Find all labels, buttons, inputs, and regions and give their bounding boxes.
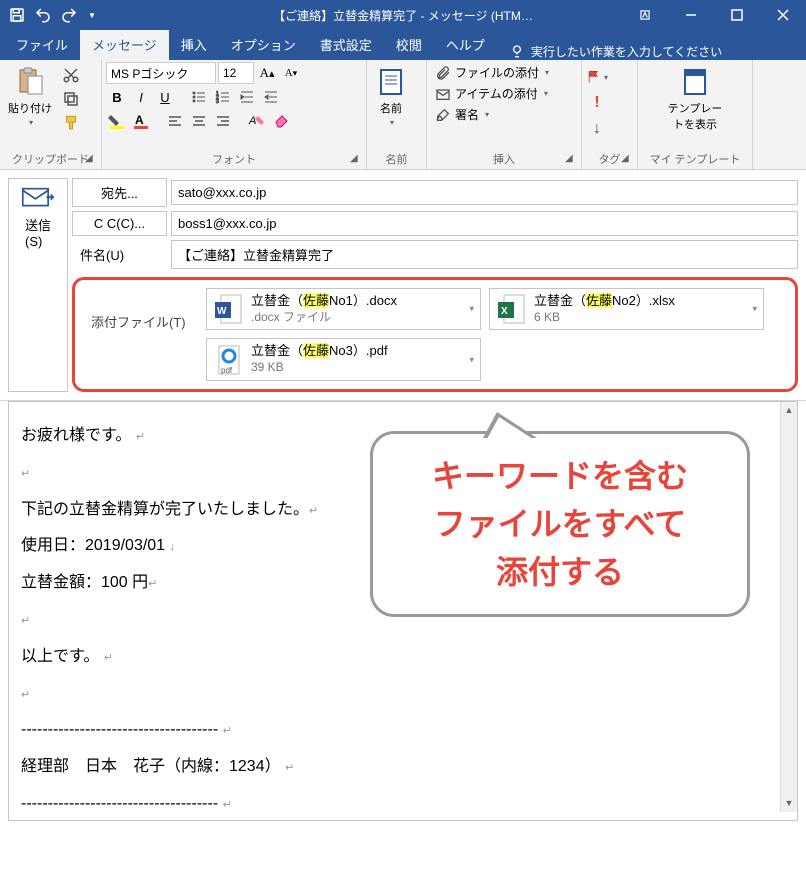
save-icon[interactable] bbox=[8, 6, 26, 24]
align-left-icon[interactable] bbox=[164, 110, 186, 132]
high-importance-icon[interactable]: ! bbox=[586, 92, 608, 114]
bullets-icon[interactable] bbox=[188, 86, 210, 108]
cut-icon[interactable] bbox=[60, 64, 82, 86]
title-bar: ▼ 【ご連絡】立替金精算完了 - メッセージ (HTM… bbox=[0, 0, 806, 30]
signature-button[interactable]: 署名▾ bbox=[431, 104, 493, 125]
align-center-icon[interactable] bbox=[188, 110, 210, 132]
align-right-icon[interactable] bbox=[212, 110, 234, 132]
pdf-file-icon: pdf bbox=[215, 344, 243, 376]
attach-file-button[interactable]: ファイルの添付▾ bbox=[431, 62, 553, 83]
paste-button[interactable]: 貼り付け▾ bbox=[4, 62, 56, 131]
tab-message[interactable]: メッセージ bbox=[80, 29, 169, 60]
italic-button[interactable]: I bbox=[130, 86, 152, 108]
font-launcher[interactable]: ◢ bbox=[350, 153, 364, 167]
attachment-dropdown-icon[interactable]: ▾ bbox=[469, 354, 474, 365]
attachment-dropdown-icon[interactable]: ▾ bbox=[752, 304, 757, 315]
compose-header: 送信 (S) 宛先... sato@xxx.co.jp C C(C)... bo… bbox=[0, 170, 806, 401]
tags-launcher[interactable]: ◢ bbox=[621, 153, 635, 167]
maximize-button[interactable] bbox=[714, 0, 760, 30]
annotation-callout: キーワードを含む ファイルをすべて 添付する bbox=[370, 431, 750, 617]
font-name-select[interactable] bbox=[106, 62, 216, 84]
grow-font-icon[interactable]: A▴ bbox=[256, 62, 278, 84]
font-size-select[interactable] bbox=[218, 62, 254, 84]
underline-button[interactable]: U bbox=[154, 86, 176, 108]
low-importance-icon[interactable]: ↓ bbox=[586, 118, 608, 140]
attachments-area: 添付ファイル(T) W立替金（佐藤No1）.docx.docx ファイル▾X立替… bbox=[72, 277, 798, 392]
undo-icon[interactable] bbox=[34, 6, 52, 24]
shrink-font-icon[interactable]: A▾ bbox=[280, 62, 302, 84]
clear-format-icon[interactable]: A bbox=[246, 110, 268, 132]
svg-text:A: A bbox=[248, 115, 256, 127]
tab-help[interactable]: ヘルプ bbox=[434, 29, 497, 60]
address-book-button[interactable]: 名前▾ bbox=[371, 62, 411, 131]
format-painter-icon[interactable] bbox=[60, 112, 82, 134]
minimize-button[interactable] bbox=[668, 0, 714, 30]
attachment-dropdown-icon[interactable]: ▾ bbox=[469, 304, 474, 315]
svg-text:3: 3 bbox=[216, 99, 219, 105]
tab-options[interactable]: オプション bbox=[219, 29, 308, 60]
insert-launcher[interactable]: ◢ bbox=[565, 153, 579, 167]
subject-label: 件名(U) bbox=[72, 241, 167, 268]
redo-icon[interactable] bbox=[60, 6, 78, 24]
attachment-item[interactable]: W立替金（佐藤No1）.docx.docx ファイル▾ bbox=[206, 288, 481, 330]
increase-indent-icon[interactable] bbox=[236, 86, 258, 108]
numbering-icon[interactable]: 123 bbox=[212, 86, 234, 108]
eraser-icon[interactable] bbox=[270, 110, 292, 132]
svg-text:X: X bbox=[501, 306, 508, 317]
attachments-label: 添付ファイル(T) bbox=[83, 288, 198, 335]
to-button[interactable]: 宛先... bbox=[72, 178, 167, 207]
scroll-down-icon[interactable]: ▼ bbox=[781, 795, 797, 812]
attachment-item[interactable]: pdf立替金（佐藤No3）.pdf39 KB▾ bbox=[206, 338, 481, 380]
window-title: 【ご連絡】立替金精算完了 - メッセージ (HTM… bbox=[273, 7, 533, 24]
tab-format[interactable]: 書式設定 bbox=[308, 29, 384, 60]
docx-file-icon: W bbox=[215, 293, 243, 325]
body-scrollbar[interactable]: ▲ ▼ bbox=[780, 402, 797, 812]
bold-button[interactable]: B bbox=[106, 86, 128, 108]
view-templates-button[interactable]: テンプレー トを表示 bbox=[642, 62, 748, 136]
ribbon-tabs: ファイル メッセージ 挿入 オプション 書式設定 校閲 ヘルプ 実行したい作業を… bbox=[0, 30, 806, 60]
tab-insert[interactable]: 挿入 bbox=[169, 29, 219, 60]
ribbon-display-button[interactable] bbox=[622, 0, 668, 30]
follow-up-flag-icon[interactable]: ▾ bbox=[586, 66, 608, 88]
to-field[interactable]: sato@xxx.co.jp bbox=[171, 180, 798, 205]
svg-text:A: A bbox=[135, 113, 144, 127]
svg-text:pdf: pdf bbox=[221, 366, 233, 375]
tab-file[interactable]: ファイル bbox=[4, 29, 80, 60]
xlsx-file-icon: X bbox=[498, 293, 526, 325]
tell-me-search[interactable]: 実行したい作業を入力してください bbox=[497, 43, 734, 60]
attach-item-button[interactable]: アイテムの添付▾ bbox=[431, 83, 552, 104]
ribbon: 貼り付け▾ クリップボード ◢ A▴ A▾ B I U bbox=[0, 60, 806, 170]
svg-text:W: W bbox=[217, 306, 227, 317]
clipboard-launcher[interactable]: ◢ bbox=[85, 153, 99, 167]
scroll-up-icon[interactable]: ▲ bbox=[781, 402, 797, 419]
subject-field[interactable]: 【ご連絡】立替金精算完了 bbox=[171, 240, 798, 269]
close-button[interactable] bbox=[760, 0, 806, 30]
send-button[interactable]: 送信 (S) bbox=[8, 178, 68, 392]
tab-review[interactable]: 校閲 bbox=[384, 29, 434, 60]
attachment-item[interactable]: X立替金（佐藤No2）.xlsx6 KB▾ bbox=[489, 288, 764, 330]
decrease-indent-icon[interactable] bbox=[260, 86, 282, 108]
font-color-icon[interactable]: A bbox=[130, 110, 152, 132]
cc-button[interactable]: C C(C)... bbox=[72, 211, 167, 236]
cc-field[interactable]: boss1@xxx.co.jp bbox=[171, 211, 798, 236]
copy-icon[interactable] bbox=[60, 88, 82, 110]
highlight-icon[interactable] bbox=[106, 110, 128, 132]
